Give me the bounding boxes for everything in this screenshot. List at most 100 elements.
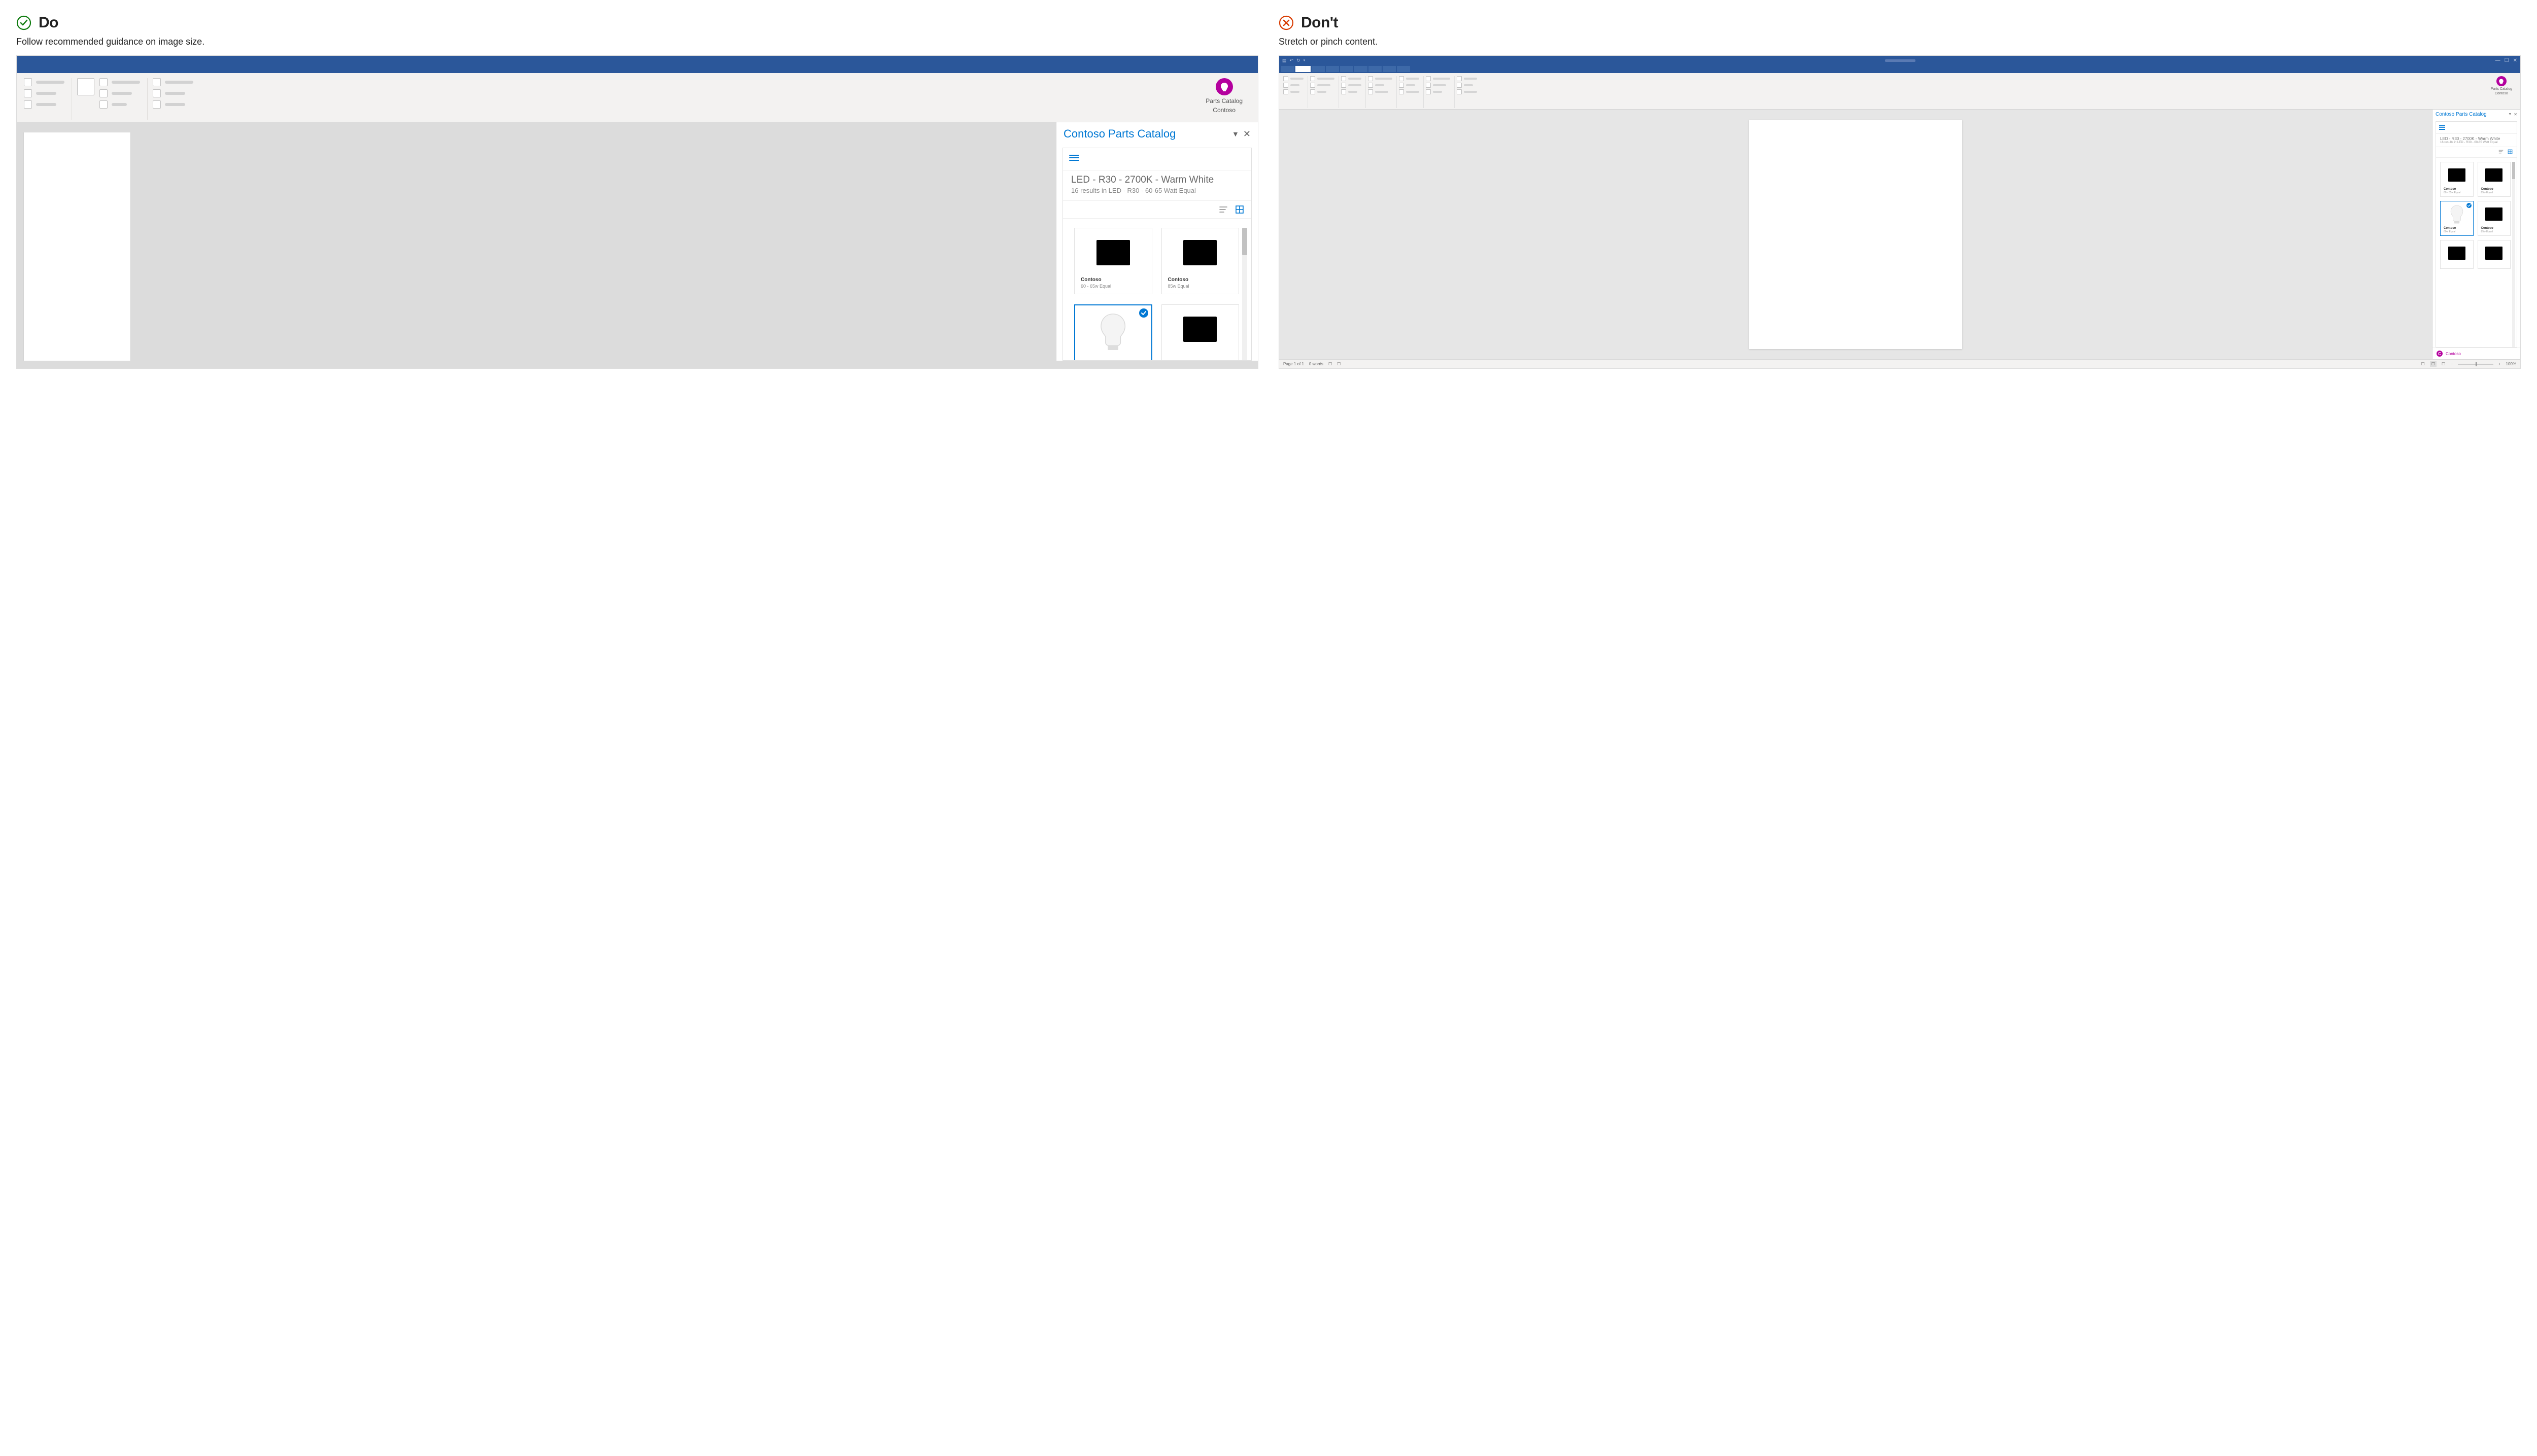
taskpane-menu-icon[interactable]: ▼ — [1232, 130, 1239, 138]
do-subtext: Follow recommended guidance on image siz… — [16, 37, 1258, 47]
ribbon-tab[interactable] — [1340, 66, 1353, 72]
product-tile[interactable]: Contoso85w Equal — [1161, 228, 1240, 294]
product-tile[interactable]: Contoso85w Equal — [2478, 201, 2511, 236]
dont-word-window: ▤ ↶ ↻ ▾ — ☐ ✕ — [1279, 55, 2521, 369]
maximize-icon[interactable]: ☐ — [2505, 58, 2509, 63]
taskpane-close-icon[interactable]: ✕ — [1243, 129, 1251, 138]
ribbon-control[interactable] — [99, 89, 108, 97]
document-page[interactable] — [24, 132, 130, 361]
tile-spec: 60 - 65w Equal — [1075, 283, 1152, 289]
breadcrumb-primary: LED - R30 - 2700K - Warm White — [1071, 175, 1243, 186]
dont-column: Don't Stretch or pinch content. ▤ ↶ ↻ ▾ … — [1279, 14, 2521, 369]
product-tile[interactable]: Contoso60 - 65w Equal — [1074, 228, 1152, 294]
zoom-out-icon[interactable]: − — [2450, 362, 2453, 366]
status-icon[interactable]: ☐ — [1337, 362, 1341, 366]
taskpane-scrollbar[interactable] — [2512, 162, 2515, 348]
view-mode-icon[interactable]: ☐ — [2442, 362, 2445, 366]
product-tile[interactable] — [1161, 304, 1240, 360]
breadcrumb-primary: LED - R30 - 2700K - Warm White — [2440, 136, 2513, 141]
ribbon-tab[interactable] — [1383, 66, 1396, 72]
zoom-in-icon[interactable]: + — [2498, 362, 2501, 366]
ribbon-control[interactable] — [24, 89, 32, 97]
list-view-icon[interactable] — [2498, 149, 2504, 155]
product-tile[interactable]: Contoso85w Equal — [2478, 162, 2511, 197]
brand-logo-icon: C — [2437, 351, 2443, 357]
product-tile[interactable] — [1074, 304, 1152, 360]
breadcrumb-results: 16 results in LED - R30 - 60-65 Watt Equ… — [1071, 187, 1243, 194]
tile-spec: 60w Equal — [2441, 230, 2473, 233]
window-title-placeholder — [1885, 59, 1915, 62]
save-icon[interactable]: ▤ — [1282, 58, 1287, 63]
ribbon-tab[interactable] — [1312, 66, 1325, 72]
ribbon-tab[interactable] — [1281, 66, 1294, 72]
minimize-icon[interactable]: — — [2495, 58, 2500, 63]
brand-name: Contoso — [2446, 352, 2461, 356]
repeat-icon[interactable]: ↻ — [1296, 58, 1300, 63]
ribbon-control[interactable] — [99, 78, 108, 86]
ribbon-control[interactable] — [99, 100, 108, 109]
ribbon-tabs — [1279, 65, 2520, 73]
status-bar: Page 1 of 1 0 words ☐ ☐ ☐ ☐ ☐ − + 100% — [1279, 359, 2520, 368]
product-tile[interactable] — [2478, 240, 2511, 269]
tile-spec: 85w Equal — [1162, 283, 1239, 289]
do-check-icon — [16, 15, 31, 30]
taskpane-menu-icon[interactable]: ▼ — [2508, 113, 2512, 116]
qat-dropdown-icon[interactable]: ▾ — [1304, 58, 1306, 62]
word-titlebar: ▤ ↶ ↻ ▾ — ☐ ✕ — [1279, 56, 2520, 65]
dont-x-icon — [1279, 15, 1294, 30]
tile-vendor: Contoso — [1162, 277, 1239, 283]
addin-label-line2: Contoso — [2495, 92, 2508, 95]
hamburger-icon[interactable] — [1069, 153, 1079, 162]
zoom-slider[interactable] — [2458, 364, 2493, 365]
status-words: 0 words — [1309, 362, 1323, 366]
taskpane-scrollbar[interactable] — [1242, 228, 1247, 360]
product-tile[interactable]: Contoso60w Equal — [2440, 201, 2474, 236]
list-view-icon[interactable] — [1219, 205, 1228, 214]
tile-spec — [1162, 354, 1239, 355]
status-pages: Page 1 of 1 — [1283, 362, 1304, 366]
hamburger-icon[interactable] — [2439, 125, 2514, 130]
ribbon-control[interactable] — [153, 100, 161, 109]
ribbon-control[interactable] — [24, 100, 32, 109]
status-icon[interactable]: ☐ — [1328, 362, 1332, 366]
ribbon-group — [77, 78, 148, 120]
view-mode-icon[interactable]: ☐ — [2421, 362, 2425, 366]
tile-spec: 85w Equal — [2478, 191, 2511, 194]
dont-heading: Don't — [1301, 14, 1338, 31]
grid-view-icon[interactable] — [1235, 205, 1244, 214]
product-tile[interactable] — [2440, 240, 2474, 269]
grid-view-icon[interactable] — [2508, 149, 2513, 155]
undo-icon[interactable]: ↶ — [1290, 58, 1294, 63]
zoom-level: 100% — [2506, 362, 2516, 366]
taskpane-title: Contoso Parts Catalog — [1064, 127, 1228, 141]
ribbon-group — [24, 78, 72, 120]
document-page[interactable] — [1749, 120, 1962, 349]
ribbon-control[interactable] — [24, 78, 32, 86]
parts-catalog-icon — [1216, 78, 1233, 95]
ribbon-tab[interactable] — [1326, 66, 1339, 72]
ribbon-addin-button[interactable]: Parts Catalog Contoso — [2487, 76, 2516, 108]
word-ribbon: Parts Catalog Contoso — [17, 73, 1258, 122]
addin-label-line1: Parts Catalog — [1206, 97, 1243, 105]
breadcrumb-results: 16 results in LED - R30 - 60-65 Watt Equ… — [2440, 141, 2513, 144]
addin-label-line2: Contoso — [1213, 107, 1236, 114]
ribbon-addin-button[interactable]: Parts Catalog Contoso — [1197, 78, 1251, 116]
ribbon-control[interactable] — [77, 78, 94, 95]
ribbon-control[interactable] — [153, 78, 161, 86]
ribbon-tab[interactable] — [1397, 66, 1410, 72]
do-column: Do Follow recommended guidance on image … — [16, 14, 1258, 369]
ribbon-tab[interactable] — [1368, 66, 1382, 72]
taskpane-close-icon[interactable]: ✕ — [2514, 112, 2517, 117]
taskpane: Contoso Parts Catalog ▼ ✕ LED - R30 - 27… — [2432, 110, 2520, 359]
close-icon[interactable]: ✕ — [2513, 58, 2517, 63]
selected-check-icon — [2466, 203, 2472, 208]
view-mode-icon[interactable]: ☐ — [2430, 361, 2437, 367]
product-tile[interactable]: Contoso60 - 65w Equal — [2440, 162, 2474, 197]
ribbon-tab[interactable] — [1354, 66, 1367, 72]
ribbon-control[interactable] — [153, 89, 161, 97]
document-area — [1279, 110, 2432, 359]
selected-check-icon — [1139, 308, 1148, 318]
tile-spec — [1075, 354, 1151, 355]
ribbon-tab-active[interactable] — [1295, 66, 1311, 72]
do-heading: Do — [39, 14, 58, 31]
